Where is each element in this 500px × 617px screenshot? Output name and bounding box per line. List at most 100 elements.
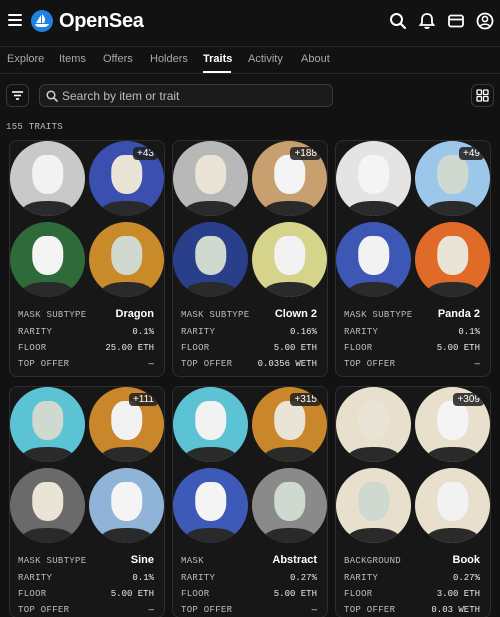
mask-figure [110, 154, 143, 194]
figure-body [100, 447, 153, 462]
trait-name: Sine [130, 554, 154, 566]
search-icon [46, 90, 58, 102]
tab-about[interactable]: About [301, 53, 330, 65]
search-icon[interactable] [389, 12, 407, 30]
mask-figure [357, 400, 390, 440]
menu-icon[interactable] [8, 14, 22, 26]
wallet-icon[interactable] [447, 12, 465, 30]
trait-item-thumbnail[interactable] [173, 387, 248, 462]
top-offer-value: 0.0356 WETH [257, 359, 317, 369]
trait-item-thumbnail[interactable]: +43 [89, 141, 164, 216]
top-offer-label: TOP OFFER [18, 605, 70, 615]
trait-item-thumbnail[interactable] [173, 222, 248, 297]
mask-figure [357, 154, 390, 194]
trait-stat-row: RARITY 0.16% [181, 327, 317, 337]
tab-holders[interactable]: Holders [150, 53, 188, 65]
figure-body [184, 282, 237, 297]
trait-card[interactable]: +43 MASK SUBTYPE Dragon RARITY 0.1% FLOOR 25.0… [9, 140, 165, 377]
figure-body [263, 201, 316, 216]
trait-card[interactable]: +309 BACKGROUND Book RARITY 0.27% FLOOR 3.00 E… [335, 386, 491, 617]
trait-type: MASK [181, 556, 204, 566]
trait-item-thumbnail[interactable]: +188 [252, 141, 327, 216]
brand-name[interactable]: OpenSea [59, 10, 144, 33]
figure-body [426, 201, 479, 216]
opensea-logo-icon[interactable] [31, 10, 53, 32]
trait-stat-row: RARITY 0.27% [344, 573, 480, 583]
trait-type: MASK SUBTYPE [344, 310, 413, 320]
mask-figure [436, 400, 469, 440]
grid-view-button[interactable] [471, 84, 494, 107]
more-items-badge: +188 [290, 147, 321, 160]
tab-items[interactable]: Items [59, 53, 86, 65]
figure-body [347, 201, 400, 216]
tab-offers[interactable]: Offers [103, 53, 133, 65]
trait-item-thumbnail[interactable] [336, 141, 411, 216]
trait-stat-row: TOP OFFER — [18, 359, 154, 369]
floor-price: 5.00 ETH [273, 343, 317, 353]
top-offer-label: TOP OFFER [181, 605, 233, 615]
tab-activity[interactable]: Activity [248, 53, 283, 65]
trait-item-thumbnail[interactable]: +315 [252, 387, 327, 462]
mask-figure [194, 481, 227, 521]
top-offer-value: — [311, 605, 317, 615]
trait-item-thumbnail[interactable] [10, 387, 85, 462]
trait-card[interactable]: +315 MASK Abstract RARITY 0.27% FLOOR 5.00 ETH… [172, 386, 328, 617]
trait-item-thumbnail[interactable] [173, 141, 248, 216]
trait-stat-row: RARITY 0.1% [18, 573, 154, 583]
mask-figure [194, 400, 227, 440]
trait-item-thumbnail[interactable] [173, 468, 248, 543]
tab-explore[interactable]: Explore [7, 53, 44, 65]
trait-item-thumbnail[interactable] [252, 468, 327, 543]
mask-figure [194, 235, 227, 275]
trait-item-thumbnail[interactable] [336, 222, 411, 297]
trait-name: Clown 2 [274, 308, 317, 320]
traits-count: 155 TRAITS [6, 122, 64, 132]
top-offer-value: — [148, 359, 154, 369]
trait-item-thumbnail[interactable] [415, 222, 490, 297]
notification-bell-icon[interactable] [418, 12, 436, 30]
top-bar: OpenSea [0, 0, 500, 44]
trait-item-thumbnail[interactable] [89, 222, 164, 297]
figure-body [21, 447, 74, 462]
trait-item-thumbnail[interactable] [89, 468, 164, 543]
more-items-badge: +315 [290, 393, 321, 406]
trait-item-thumbnail[interactable] [415, 468, 490, 543]
rarity-label: RARITY [18, 327, 53, 337]
floor-price: 5.00 ETH [436, 343, 480, 353]
trait-item-thumbnail[interactable] [336, 468, 411, 543]
trait-card[interactable]: +111 MASK SUBTYPE Sine RARITY 0.1% FLOOR 5.00 … [9, 386, 165, 617]
tab-traits[interactable]: Traits [203, 53, 232, 65]
trait-item-thumbnail[interactable]: +49 [415, 141, 490, 216]
trait-item-thumbnail[interactable] [10, 222, 85, 297]
floor-price: 5.00 ETH [110, 589, 154, 599]
rarity-label: RARITY [18, 573, 53, 583]
mask-figure [31, 154, 64, 194]
trait-card[interactable]: +49 MASK SUBTYPE Panda 2 RARITY 0.1% FLOOR 5.0… [335, 140, 491, 377]
top-offer-value: 0.03 WETH [431, 605, 480, 615]
figure-body [100, 201, 153, 216]
figure-body [426, 528, 479, 543]
filter-button[interactable] [6, 84, 29, 107]
trait-item-thumbnail[interactable] [10, 141, 85, 216]
trait-card[interactable]: +188 MASK SUBTYPE Clown 2 RARITY 0.16% FLOOR 5… [172, 140, 328, 377]
trait-stat-row: TOP OFFER 0.03 WETH [344, 605, 480, 615]
trait-item-thumbnail[interactable]: +111 [89, 387, 164, 462]
trait-stat-row: TOP OFFER — [181, 605, 317, 615]
profile-icon[interactable] [476, 12, 494, 30]
mask-figure [436, 154, 469, 194]
more-items-badge: +43 [133, 147, 158, 160]
figure-body [426, 447, 479, 462]
rarity-value: 0.27% [452, 573, 480, 583]
top-offer-label: TOP OFFER [344, 359, 396, 369]
trait-item-thumbnail[interactable] [252, 222, 327, 297]
trait-item-thumbnail[interactable] [336, 387, 411, 462]
trait-stat-row: RARITY 0.1% [344, 327, 480, 337]
floor-label: FLOOR [18, 343, 47, 353]
mask-figure [31, 481, 64, 521]
search-input[interactable] [62, 88, 322, 104]
trait-item-thumbnail[interactable]: +309 [415, 387, 490, 462]
floor-label: FLOOR [181, 343, 210, 353]
trait-name: Panda 2 [437, 308, 480, 320]
trait-item-thumbnail[interactable] [10, 468, 85, 543]
more-items-badge: +111 [128, 393, 158, 406]
